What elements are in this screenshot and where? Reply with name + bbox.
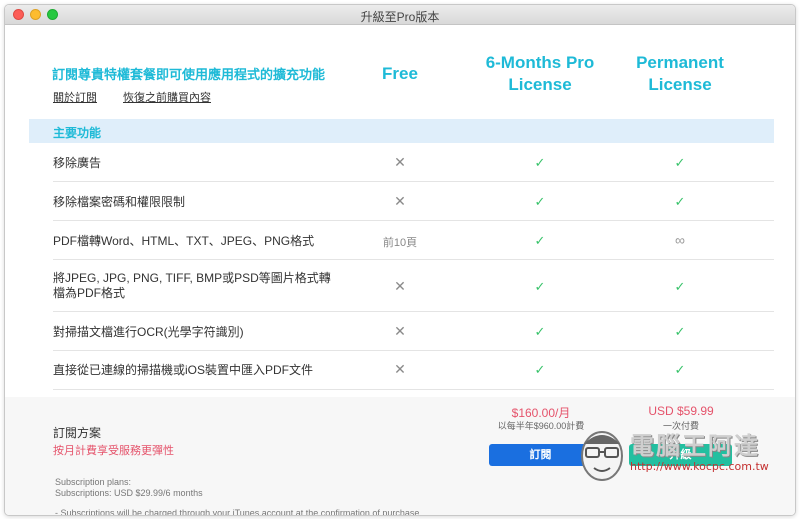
column-perm-line2: License — [648, 75, 712, 94]
window-title: 升級至Pro版本 — [360, 10, 440, 24]
permanent-price: USD $59.99 — [648, 404, 714, 418]
column-six-line2: License — [508, 75, 572, 94]
perm-check-icon: ✓ — [674, 155, 686, 170]
column-header-permanent: Permanent License — [615, 52, 745, 96]
feature-label: 將JPEG, JPG, PNG, TIFF, BMP或PSD等圖片格式轉 檔為P… — [53, 271, 343, 301]
section-header: 主要功能 — [29, 119, 774, 143]
feature-row: 將JPEG, JPG, PNG, TIFF, BMP或PSD等圖片格式轉 檔為P… — [53, 260, 774, 312]
perm-check-icon: ✓ — [674, 362, 686, 377]
six-check-icon: ✓ — [534, 194, 546, 209]
feature-row: 對掃描文檔進行OCR(光學字符識別) ✕ ✓ ✓ — [53, 312, 774, 351]
feature-label-line1: 將JPEG, JPG, PNG, TIFF, BMP或PSD等圖片格式轉 — [53, 271, 331, 285]
perm-check-icon: ✓ — [674, 194, 686, 209]
column-perm-line1: Permanent — [636, 53, 724, 72]
free-cross-icon: ✕ — [394, 361, 406, 377]
six-check-icon: ✓ — [534, 233, 546, 248]
headline: 訂閱尊貴特權套餐即可使用應用程式的擴充功能 — [52, 67, 326, 82]
plan-subtitle: 按月計費享受服務更彈性 — [53, 445, 174, 457]
column-header-free: Free — [355, 63, 445, 85]
feature-row: 移除檔案密碼和權限限制 ✕ ✓ ✓ — [53, 182, 774, 221]
free-cross-icon: ✕ — [394, 323, 406, 339]
six-check-icon: ✓ — [534, 324, 546, 339]
watermark-url: http://www.kocpc.com.tw — [630, 460, 769, 473]
column-six-line1: 6-Months Pro — [485, 53, 595, 72]
watermark: 電腦王阿達 http://www.kocpc.com.tw — [578, 420, 788, 500]
free-cross-icon: ✕ — [394, 154, 406, 170]
feature-label-line2: 檔為PDF格式 — [53, 286, 126, 300]
column-header-six-months: 6-Months Pro License — [475, 52, 605, 96]
feature-label: 對掃描文檔進行OCR(光學字符識別) — [53, 325, 244, 339]
subscribe-button[interactable]: 訂閱 — [489, 444, 592, 466]
perm-infinity-icon: ∞ — [675, 232, 685, 248]
feature-label: 移除廣告 — [53, 156, 102, 170]
title-bar: 升級至Pro版本 — [5, 5, 795, 25]
fine-print: Subscription plans: — [55, 477, 132, 487]
six-check-icon: ✓ — [534, 362, 546, 377]
perm-check-icon: ✓ — [674, 279, 686, 294]
free-cross-icon: ✕ — [394, 193, 406, 209]
plan-title: 訂閱方案 — [53, 426, 102, 440]
column-free-label: Free — [382, 64, 418, 83]
free-cross-icon: ✕ — [394, 278, 406, 294]
about-subscription-link[interactable]: 關於訂閱 — [53, 89, 97, 105]
feature-row: PDF檔轉Word、HTML、TXT、JPEG、PNG格式 前10頁 ✓ ∞ — [53, 221, 774, 260]
perm-check-icon: ✓ — [674, 324, 686, 339]
fine-print: Subscriptions: USD $29.99/6 months — [55, 488, 203, 498]
feature-label: PDF檔轉Word、HTML、TXT、JPEG、PNG格式 — [53, 234, 315, 248]
section-label: 主要功能 — [53, 126, 102, 140]
feature-row: 直接從已連線的掃描機或iOS裝置中匯入PDF文件 ✕ ✓ ✓ — [53, 351, 774, 390]
watermark-title: 電腦王阿達 — [630, 432, 760, 460]
free-page-limit: 前10頁 — [382, 237, 418, 249]
feature-label: 直接從已連線的掃描機或iOS裝置中匯入PDF文件 — [53, 363, 314, 377]
six-check-icon: ✓ — [534, 279, 546, 294]
six-check-icon: ✓ — [534, 155, 546, 170]
feature-row: 移除廣告 ✕ ✓ ✓ — [53, 144, 774, 182]
fine-print: - Subscriptions will be charged through … — [55, 508, 422, 516]
feature-label: 移除檔案密碼和權限限制 — [53, 195, 186, 209]
restore-purchases-link[interactable]: 恢復之前購買內容 — [123, 89, 211, 105]
mascot-face-icon — [581, 431, 623, 481]
